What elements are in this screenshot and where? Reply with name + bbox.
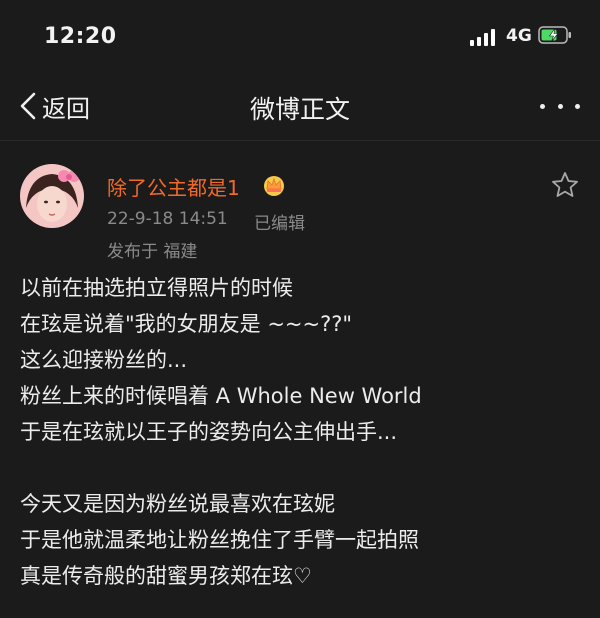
edited-label[interactable]: 已编辑 — [254, 209, 305, 234]
status-bar: 12:20 4G — [0, 0, 600, 70]
post-text-line: 于是在玹就以王子的姿势向公主伸出手... — [20, 420, 398, 444]
post-text-line: 在玹是说着"我的女朋友是 ~~~??" — [20, 312, 353, 336]
post-time: 22-9-18 14:51 — [107, 209, 228, 229]
post-paragraph-gap — [20, 450, 585, 486]
page-title: 微博正文 — [249, 95, 350, 124]
nav-divider — [0, 140, 600, 141]
nav-bar: 返回 微博正文 — [0, 78, 600, 134]
post-text-line: 以前在抽选拍立得照片的时候 — [20, 276, 293, 300]
post-location: 发布于 福建 — [107, 242, 198, 262]
post-body: 以前在抽选拍立得照片的时候 在玹是说着"我的女朋友是 ~~~??" 这么迎接粉丝… — [20, 270, 585, 594]
post-header: 除了公主都是1 22-9-18 14:51 已编辑 发布于 福建 — [0, 160, 600, 262]
post-text-line: 真是传奇般的甜蜜男孩郑在玹♡ — [20, 564, 312, 588]
status-time: 12:20 — [44, 24, 117, 49]
avatar-image — [20, 164, 84, 228]
post-text-line: 粉丝上来的时候唱着 A Whole New World — [20, 384, 422, 408]
network-type: 4G — [506, 26, 532, 46]
crown-badge-icon — [264, 176, 284, 196]
post-text-line: 这么迎接粉丝的... — [20, 348, 188, 372]
more-dots-icon[interactable] — [540, 96, 580, 116]
star-outline-icon[interactable] — [550, 170, 580, 200]
author-name[interactable]: 除了公主都是1 — [107, 172, 240, 201]
post-text-line: 今天又是因为粉丝说最喜欢在玹妮 — [20, 492, 335, 516]
signal-icon — [470, 28, 498, 46]
post-text-line: 于是他就温柔地让粉丝挽住了手臂一起拍照 — [20, 528, 419, 552]
avatar[interactable] — [20, 164, 84, 228]
battery-charging-icon — [538, 26, 571, 44]
